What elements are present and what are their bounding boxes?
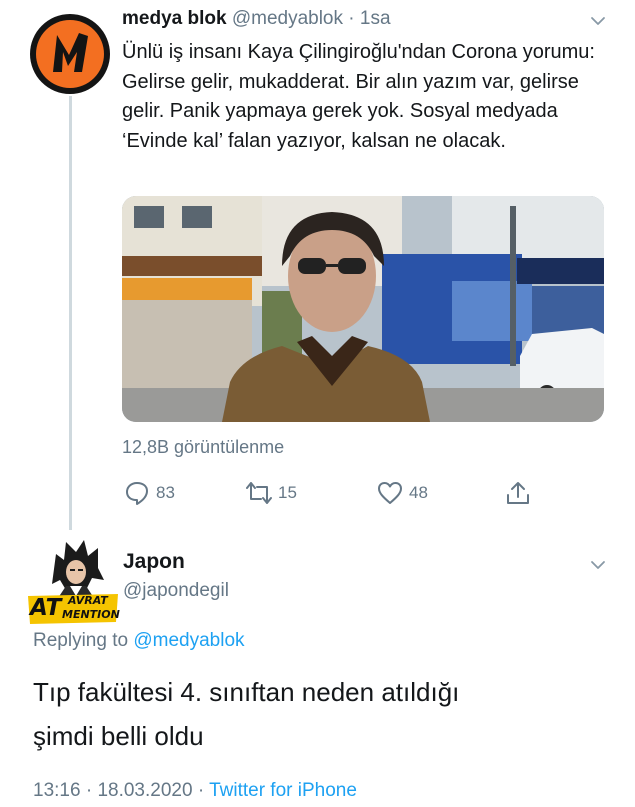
like-button[interactable]: 48	[377, 478, 428, 508]
tweet1-separator: ·	[348, 8, 355, 29]
like-count: 48	[409, 483, 428, 502]
tweet1-text: Ünlü iş insanı Kaya Çilingiroğlu'ndan Co…	[122, 41, 595, 152]
tweet2-date[interactable]: 18.03.2020	[97, 780, 192, 801]
tweet2-text-line: Tıp fakültesi 4. sınıftan neden atıldığı	[33, 677, 460, 707]
tweet1-chevron-down-icon[interactable]	[589, 12, 607, 30]
tweet1-time[interactable]: 1sa	[360, 8, 391, 29]
reply-count: 83	[156, 483, 175, 502]
thread-connector-line	[69, 96, 72, 530]
japon-avatar[interactable]: AT AVRAT MENTION	[26, 536, 120, 626]
replying-to-link[interactable]: @medyablok	[133, 630, 244, 651]
retweet-count: 15	[278, 483, 297, 502]
retweet-button[interactable]: 15	[246, 478, 297, 508]
tweet2-text: Tıp fakültesi 4. sınıftan neden atıldığı…	[33, 670, 613, 758]
tweet1-video[interactable]	[122, 196, 604, 422]
tweet2-time[interactable]: 13:16	[33, 780, 81, 801]
replying-to-prefix: Replying to	[33, 630, 129, 651]
avatar-badge-top: AVRAT	[68, 594, 108, 607]
retweet-icon	[246, 482, 272, 504]
tweet2-author-handle[interactable]: @japondegil	[123, 580, 229, 602]
medya-blok-avatar[interactable]	[30, 14, 110, 94]
share-icon	[507, 482, 529, 504]
tweet1-author-name[interactable]: medya blok	[122, 8, 227, 29]
avatar-badge-at: AT	[30, 595, 62, 621]
tweet2-author-name[interactable]: Japon	[123, 550, 185, 574]
tweet1-view-count: 12,8B görüntülenme	[122, 437, 285, 457]
replying-to-line: Replying to @medyablok	[33, 630, 245, 652]
tweet1-header: medya blok @medyablok · 1sa	[122, 8, 391, 30]
tweet1-author-handle[interactable]: @medyablok	[232, 8, 343, 29]
meta-separator: ·	[197, 780, 205, 801]
meta-separator: ·	[85, 780, 93, 801]
tweet2-text-line: şimdi belli oldu	[33, 721, 204, 751]
avatar-badge-text: AT AVRAT MENTION	[26, 590, 120, 626]
heart-icon	[378, 482, 402, 504]
avatar-badge-bottom: MENTION	[62, 608, 120, 621]
tweet2-metadata: 13:16 · 18.03.2020 · Twitter for iPhone	[33, 780, 357, 802]
tweet2-client-link[interactable]: Twitter for iPhone	[209, 780, 357, 801]
video-frame-image	[122, 196, 604, 422]
reply-button[interactable]: 83	[124, 478, 175, 508]
reply-icon	[126, 482, 148, 505]
tweet2-chevron-down-icon[interactable]	[589, 556, 607, 574]
share-button[interactable]	[505, 478, 531, 508]
medya-blok-logo	[36, 20, 104, 88]
